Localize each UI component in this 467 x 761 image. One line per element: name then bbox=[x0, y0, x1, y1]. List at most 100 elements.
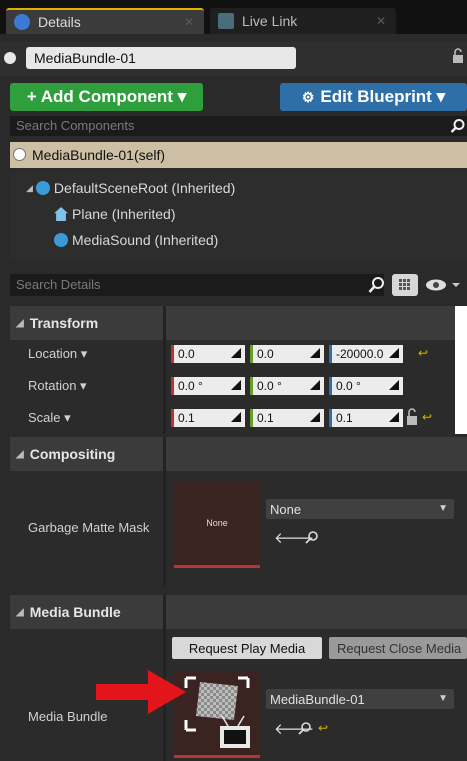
details-icon bbox=[14, 14, 30, 30]
scale-z-field[interactable]: 0.1 bbox=[329, 409, 403, 427]
section-media-bundle[interactable]: ◢ Media Bundle bbox=[10, 595, 467, 629]
location-z-value: -20000.0 bbox=[336, 347, 384, 361]
tree-item-label: MediaSound (Inherited) bbox=[72, 232, 219, 248]
rotation-x-value: 0.0 ° bbox=[178, 379, 203, 393]
tab-details-label: Details bbox=[38, 14, 81, 30]
scale-y-field[interactable]: 0.1 bbox=[250, 409, 324, 427]
static-mesh-icon bbox=[54, 207, 68, 221]
property-matrix-button[interactable] bbox=[392, 274, 418, 296]
tab-live-link-label: Live Link bbox=[242, 13, 298, 29]
search-icon bbox=[368, 276, 386, 294]
tree-item-label: DefaultSceneRoot (Inherited) bbox=[53, 180, 236, 196]
tab-details[interactable]: Details ✕ bbox=[6, 8, 204, 34]
actor-icon bbox=[4, 52, 16, 64]
edit-blueprint-button[interactable]: ⚙ Edit Blueprint ▾ bbox=[280, 83, 467, 111]
scale-x-field[interactable]: 0.1 bbox=[171, 409, 245, 427]
location-x-field[interactable]: 0.0 bbox=[171, 345, 245, 363]
blueprint-icon: ⚙ bbox=[301, 88, 315, 105]
column-divider bbox=[163, 437, 166, 587]
actor-name-field[interactable]: MediaBundle-01 bbox=[26, 47, 296, 69]
drag-arrow-icon bbox=[231, 412, 241, 422]
section-title: Transform bbox=[29, 315, 99, 331]
self-component-row[interactable]: MediaBundle-01(self) bbox=[10, 142, 467, 168]
media-bundle-dropdown[interactable]: MediaBundle-01 ▼ bbox=[266, 689, 454, 709]
scale-label[interactable]: Scale ▾ bbox=[28, 410, 71, 426]
drag-arrow-icon bbox=[389, 412, 399, 422]
garbage-matte-thumbnail[interactable]: None bbox=[174, 482, 260, 568]
edit-blueprint-label: Edit Blueprint bbox=[320, 87, 432, 106]
browse-search-icon[interactable] bbox=[305, 530, 319, 544]
tree-item-plane[interactable]: Plane (Inherited) bbox=[54, 206, 176, 222]
scale-x-value: 0.1 bbox=[178, 411, 195, 425]
media-bundle-thumbnail[interactable] bbox=[174, 672, 260, 758]
collapse-triangle-icon[interactable]: ◢ bbox=[16, 607, 24, 618]
tree-item-media-sound[interactable]: MediaSound (Inherited) bbox=[54, 232, 218, 248]
rotation-y-field[interactable]: 0.0 ° bbox=[250, 377, 324, 395]
tree-item-label: Plane (Inherited) bbox=[72, 206, 176, 222]
section-compositing[interactable]: ◢ Compositing bbox=[10, 437, 467, 471]
rotation-x-field[interactable]: 0.0 ° bbox=[171, 377, 245, 395]
lock-scale-icon[interactable] bbox=[406, 408, 418, 426]
drag-arrow-icon bbox=[310, 412, 320, 422]
rotation-y-value: 0.0 ° bbox=[257, 379, 282, 393]
chevron-down-icon: ▼ bbox=[438, 503, 448, 514]
visibility-options-button[interactable] bbox=[424, 276, 462, 294]
rotation-label[interactable]: Rotation ▾ bbox=[28, 378, 87, 394]
tree-item-default-scene-root[interactable]: ◢ DefaultSceneRoot (Inherited) bbox=[26, 180, 235, 196]
scale-z-value: 0.1 bbox=[336, 411, 353, 425]
self-component-label: MediaBundle-01(self) bbox=[32, 147, 166, 163]
lock-icon[interactable] bbox=[452, 48, 464, 64]
drag-arrow-icon bbox=[389, 348, 399, 358]
request-play-media-button[interactable]: Request Play Media bbox=[172, 637, 322, 659]
scale-y-value: 0.1 bbox=[257, 411, 274, 425]
search-details-input[interactable]: Search Details bbox=[10, 274, 384, 296]
collapse-triangle-icon[interactable]: ◢ bbox=[16, 449, 24, 460]
drag-arrow-icon bbox=[231, 380, 241, 390]
thumbnail-none-text: None bbox=[206, 518, 228, 528]
drag-arrow-icon bbox=[310, 348, 320, 358]
chevron-down-icon: ▾ bbox=[436, 87, 446, 106]
location-y-value: 0.0 bbox=[257, 347, 274, 361]
drag-arrow-icon bbox=[231, 348, 241, 358]
scene-component-icon bbox=[35, 181, 50, 195]
reset-to-default-icon[interactable]: ↩ bbox=[422, 410, 432, 424]
collapse-triangle-icon[interactable]: ◢ bbox=[16, 318, 24, 329]
grid-icon bbox=[399, 279, 410, 290]
live-link-icon bbox=[218, 13, 234, 29]
location-z-field[interactable]: -20000.0 bbox=[329, 345, 403, 363]
close-icon[interactable]: ✕ bbox=[184, 15, 194, 29]
search-icon bbox=[450, 118, 466, 134]
rotation-z-value: 0.0 ° bbox=[336, 379, 361, 393]
audio-component-icon bbox=[54, 233, 68, 247]
drag-arrow-icon bbox=[310, 380, 320, 390]
location-x-value: 0.0 bbox=[178, 347, 195, 361]
browse-search-icon[interactable] bbox=[298, 721, 312, 735]
tab-live-link[interactable]: Live Link ✕ bbox=[210, 8, 396, 34]
reset-to-default-icon[interactable]: ↩ bbox=[318, 721, 328, 735]
dropdown-value: MediaBundle-01 bbox=[270, 691, 365, 707]
garbage-matte-dropdown[interactable]: None ▼ bbox=[266, 499, 454, 519]
drag-arrow-icon bbox=[389, 380, 399, 390]
request-close-media-button[interactable]: Request Close Media bbox=[329, 637, 467, 659]
section-title: Compositing bbox=[29, 446, 116, 462]
search-components-input[interactable]: Search Components bbox=[10, 116, 467, 136]
dropdown-value: None bbox=[270, 501, 302, 517]
reset-to-default-icon[interactable]: ↩ bbox=[418, 346, 428, 360]
red-arrow-annotation bbox=[96, 670, 186, 714]
column-divider bbox=[163, 306, 166, 434]
location-y-field[interactable]: 0.0 bbox=[250, 345, 324, 363]
media-bundle-icon bbox=[184, 676, 250, 748]
column-divider bbox=[455, 306, 467, 434]
expand-triangle-icon[interactable]: ◢ bbox=[26, 183, 33, 194]
add-component-button[interactable]: + Add Component ▾ bbox=[10, 83, 203, 111]
actor-self-icon bbox=[13, 148, 26, 161]
add-component-label: + Add Component bbox=[26, 87, 173, 106]
chevron-down-icon: ▼ bbox=[438, 693, 448, 704]
section-title: Media Bundle bbox=[29, 604, 121, 620]
section-transform[interactable]: ◢ Transform bbox=[10, 306, 467, 340]
eye-icon bbox=[426, 279, 460, 291]
close-icon[interactable]: ✕ bbox=[376, 14, 386, 28]
location-label[interactable]: Location ▾ bbox=[28, 346, 87, 362]
chevron-down-icon: ▾ bbox=[177, 87, 187, 106]
rotation-z-field[interactable]: 0.0 ° bbox=[329, 377, 403, 395]
